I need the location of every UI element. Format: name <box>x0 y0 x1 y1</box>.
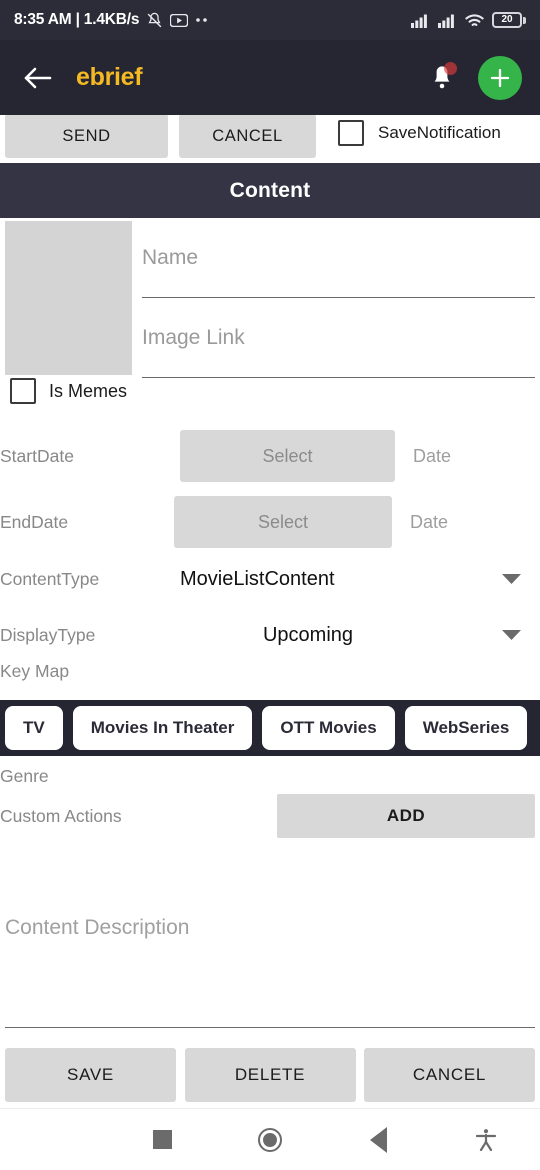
send-button[interactable]: SEND <box>5 115 168 158</box>
end-date-value: Date <box>410 511 449 532</box>
battery-tip <box>523 16 526 24</box>
content-section-title: Content <box>229 178 311 202</box>
display-type-label: DisplayType <box>0 624 96 645</box>
save-notification-checkbox-group[interactable]: SaveNotification <box>338 120 501 146</box>
back-arrow-icon[interactable] <box>18 58 58 98</box>
triangle-back-glyph <box>369 1126 387 1153</box>
start-date-label: StartDate <box>0 445 74 466</box>
android-nav-bar <box>0 1108 540 1170</box>
status-bar-left: 8:35 AM | 1.4KB/s <box>14 11 211 29</box>
end-date-select-button[interactable]: Select <box>174 496 392 548</box>
add-custom-action-button[interactable]: ADD <box>277 794 535 838</box>
accessibility-icon[interactable] <box>432 1109 540 1170</box>
custom-actions-row: Custom Actions ADD <box>0 786 540 846</box>
notification-button[interactable] <box>422 58 462 98</box>
key-map-label: Key Map <box>0 661 70 681</box>
content-form: Name Image Link Is Memes StartDate Selec… <box>0 218 540 1035</box>
name-input[interactable]: Name <box>142 218 535 298</box>
is-memes-checkbox[interactable] <box>10 378 36 404</box>
top-action-row: SEND CANCEL SaveNotification <box>0 115 540 163</box>
genre-label: Genre <box>0 766 49 786</box>
display-type-value: Upcoming <box>262 623 354 646</box>
battery-indicator: 20 <box>492 12 526 28</box>
start-date-row: StartDate Select Date <box>0 428 540 484</box>
accessibility-glyph <box>475 1128 497 1151</box>
more-dots-icon <box>195 17 211 23</box>
image-link-placeholder: Image Link <box>142 325 245 349</box>
app-bar: ebrief <box>0 40 540 115</box>
status-bar: 8:35 AM | 1.4KB/s 20 <box>0 0 540 40</box>
is-memes-checkbox-group[interactable]: Is Memes <box>0 378 127 404</box>
text-fields-column: Name Image Link <box>142 218 535 378</box>
chip-tv[interactable]: TV <box>5 706 63 750</box>
delete-button[interactable]: DELETE <box>184 1048 356 1102</box>
signal-bars-icon <box>438 12 457 28</box>
wifi-icon <box>465 13 484 28</box>
chevron-down-icon[interactable] <box>496 629 526 641</box>
start-date-value: Date <box>413 445 452 466</box>
status-clock: 8:35 AM | 1.4KB/s <box>14 11 140 28</box>
chevron-down-icon[interactable] <box>496 573 526 585</box>
content-type-value: MovieListContent <box>180 567 335 590</box>
cancel-top-button[interactable]: CANCEL <box>179 115 316 158</box>
start-date-select-button[interactable]: Select <box>180 430 395 482</box>
circle-home-glyph <box>258 1127 282 1152</box>
chip-movies-in-theater[interactable]: Movies In Theater <box>72 706 253 750</box>
add-button[interactable] <box>478 55 522 100</box>
content-description-placeholder: Content Description <box>5 916 190 939</box>
chip-webseries[interactable]: WebSeries <box>404 706 528 750</box>
content-type-label: ContentType <box>0 568 100 589</box>
notification-badge <box>444 61 457 75</box>
end-date-label: EndDate <box>0 511 69 532</box>
page-title: ebrief <box>76 63 143 91</box>
plus-icon <box>490 68 510 87</box>
square-recents-icon[interactable] <box>108 1109 216 1170</box>
chip-ott-movies[interactable]: OTT Movies <box>262 706 395 750</box>
image-thumbnail-placeholder[interactable] <box>5 221 132 375</box>
key-map-chips-strip[interactable]: TV Movies In Theater OTT Movies WebSerie… <box>0 700 540 756</box>
end-date-row: EndDate Select Date <box>0 494 540 550</box>
battery-level: 20 <box>501 14 513 25</box>
thumbnail-and-fields-row: Name Image Link <box>0 218 540 378</box>
content-section-header: Content <box>0 163 540 218</box>
circle-home-inner <box>263 1132 277 1147</box>
bell-muted-icon <box>146 12 163 29</box>
signal-bars-icon <box>411 12 430 28</box>
image-link-input[interactable]: Image Link <box>142 298 535 378</box>
triangle-back-icon[interactable] <box>324 1109 432 1170</box>
save-notification-checkbox[interactable] <box>338 120 364 146</box>
content-description-input[interactable]: Content Description <box>5 908 535 1028</box>
content-type-row[interactable]: ContentType MovieListContent <box>0 555 540 603</box>
is-memes-label: Is Memes <box>49 380 128 401</box>
save-button[interactable]: SAVE <box>5 1048 176 1102</box>
save-notification-label: SaveNotification <box>378 123 501 142</box>
battery-body: 20 <box>492 12 522 28</box>
app-screen: 8:35 AM | 1.4KB/s 20 ebrief SEND CANCEL … <box>0 0 540 1170</box>
youtube-icon <box>170 13 189 27</box>
status-bar-right: 20 <box>411 12 526 28</box>
cancel-button[interactable]: CANCEL <box>364 1048 535 1102</box>
bottom-action-bar: SAVE DELETE CANCEL <box>0 1043 540 1107</box>
display-type-row[interactable]: DisplayType Upcoming <box>0 611 540 659</box>
custom-actions-label: Custom Actions <box>0 805 122 826</box>
circle-home-icon[interactable] <box>216 1109 324 1170</box>
name-placeholder: Name <box>142 245 199 269</box>
square-recents-glyph <box>152 1130 172 1149</box>
